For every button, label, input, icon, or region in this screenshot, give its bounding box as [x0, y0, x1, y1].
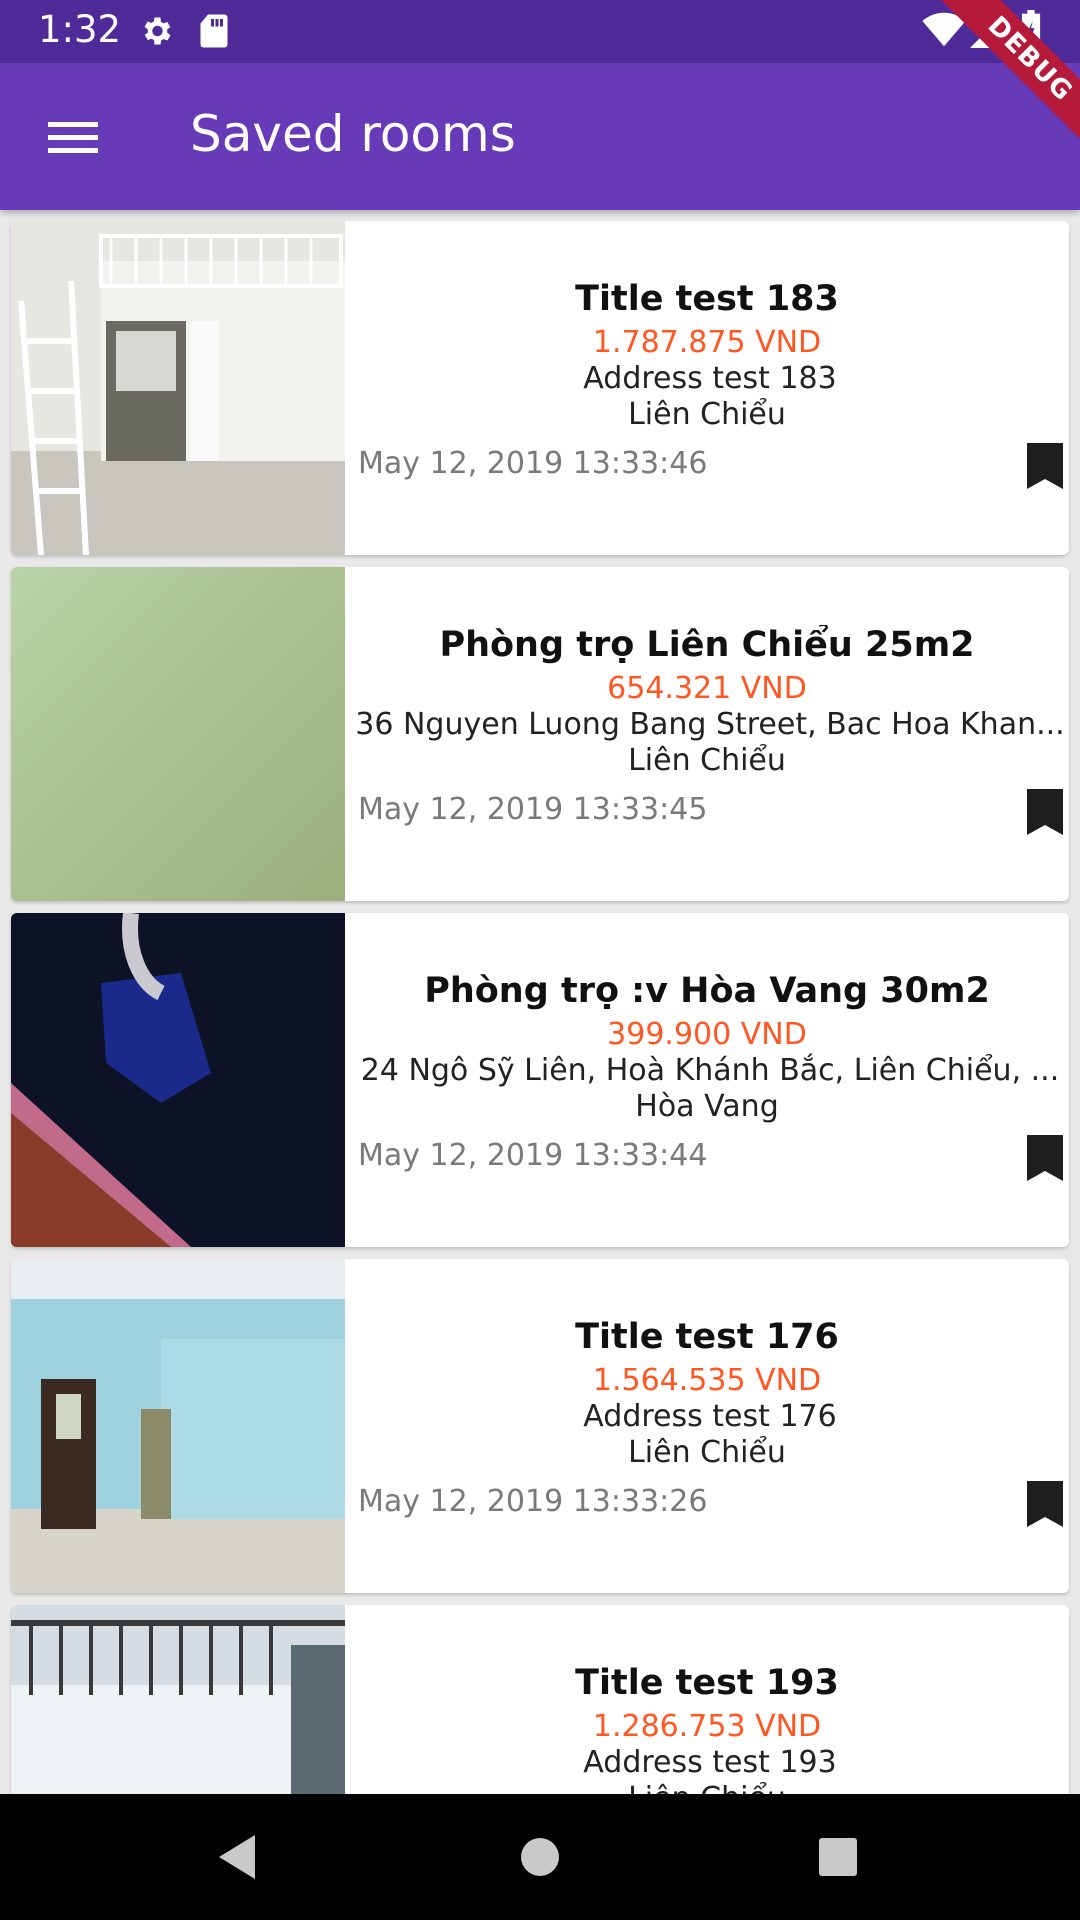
page-title: Saved rooms	[190, 105, 516, 163]
room-price: 1.286.753 VND	[592, 1709, 822, 1744]
back-icon	[219, 1835, 255, 1879]
room-price: 1.564.535 VND	[592, 1363, 822, 1398]
menu-button[interactable]	[40, 113, 106, 163]
bookmark-icon	[1027, 443, 1063, 489]
room-address: 36 Nguyen Luong Bang Street, Bac Hoa Kha…	[355, 707, 1065, 742]
home-button[interactable]	[519, 1832, 561, 1886]
back-button[interactable]	[215, 1832, 259, 1886]
room-details: Phòng trọ :v Hòa Vang 30m2 399.900 VND 2…	[345, 913, 1069, 1247]
room-title: Phòng trọ :v Hòa Vang 30m2	[424, 971, 990, 1011]
room-price: 654.321 VND	[607, 671, 807, 706]
room-details: Title test 183 1.787.875 VND Address tes…	[345, 221, 1069, 555]
bookmark-icon	[1027, 1481, 1063, 1527]
room-title: Title test 193	[575, 1663, 839, 1703]
room-title: Title test 183	[575, 279, 839, 319]
room-price: 1.787.875 VND	[592, 325, 822, 360]
room-district: Liên Chiểu	[628, 397, 786, 432]
room-photo	[11, 567, 345, 901]
bookmark-button[interactable]	[1025, 787, 1065, 837]
room-district: Hòa Vang	[635, 1089, 779, 1124]
status-time: 1:32	[38, 8, 122, 51]
room-photo	[11, 1259, 345, 1593]
room-card[interactable]: Title test 183 1.787.875 VND Address tes…	[11, 221, 1069, 555]
sd-card-icon	[198, 13, 230, 53]
bookmark-icon	[1027, 1135, 1063, 1181]
room-saved-date: May 12, 2019 13:33:45	[358, 792, 708, 827]
room-photo	[11, 221, 345, 555]
room-district: Liên Chiểu	[628, 743, 786, 778]
room-card[interactable]: Title test 176 1.564.535 VND Address tes…	[11, 1259, 1069, 1593]
home-icon	[521, 1838, 559, 1876]
room-photo	[11, 1605, 345, 1794]
bookmark-button[interactable]	[1025, 1133, 1065, 1183]
menu-icon	[48, 122, 98, 153]
room-address: Address test 183	[583, 361, 837, 396]
saved-rooms-list[interactable]: Title test 183 1.787.875 VND Address tes…	[0, 210, 1080, 1794]
room-card[interactable]: Phòng trọ :v Hòa Vang 30m2 399.900 VND 2…	[11, 913, 1069, 1247]
bookmark-icon	[1027, 789, 1063, 835]
recents-button[interactable]	[817, 1832, 859, 1886]
room-card[interactable]: Phòng trọ Liên Chiểu 25m2 654.321 VND 36…	[11, 567, 1069, 901]
room-saved-date: May 12, 2019 13:33:44	[358, 1138, 708, 1173]
room-card[interactable]: Title test 193 1.286.753 VND Address tes…	[11, 1605, 1069, 1794]
room-photo	[11, 913, 345, 1247]
room-address: 24 Ngô Sỹ Liên, Hoà Khánh Bắc, Liên Chiể…	[360, 1053, 1060, 1088]
status-bar: 1:32	[0, 0, 1080, 63]
room-title: Title test 176	[575, 1317, 839, 1357]
room-price: 399.900 VND	[607, 1017, 807, 1052]
room-saved-date: May 12, 2019 13:33:26	[358, 1484, 708, 1519]
room-saved-date: May 12, 2019 13:33:46	[358, 446, 708, 481]
app-bar: Saved rooms	[0, 63, 1080, 210]
room-details: Title test 176 1.564.535 VND Address tes…	[345, 1259, 1069, 1593]
debug-banner-label: DEBUG	[937, 0, 1080, 152]
bookmark-button[interactable]	[1025, 441, 1065, 491]
room-address: Address test 176	[583, 1399, 837, 1434]
room-details: Phòng trọ Liên Chiểu 25m2 654.321 VND 36…	[345, 567, 1069, 901]
recents-icon	[819, 1838, 857, 1876]
room-district: Liên Chiểu	[345, 1781, 1069, 1794]
bookmark-button[interactable]	[1025, 1479, 1065, 1529]
room-address: Address test 193	[583, 1745, 837, 1780]
room-details: Title test 193 1.286.753 VND Address tes…	[345, 1605, 1069, 1794]
system-nav-bar	[0, 1794, 1080, 1920]
room-district: Liên Chiểu	[628, 1435, 786, 1470]
room-title: Phòng trọ Liên Chiểu 25m2	[439, 625, 975, 665]
settings-icon	[138, 13, 174, 53]
debug-banner: DEBUG	[920, 0, 1080, 160]
